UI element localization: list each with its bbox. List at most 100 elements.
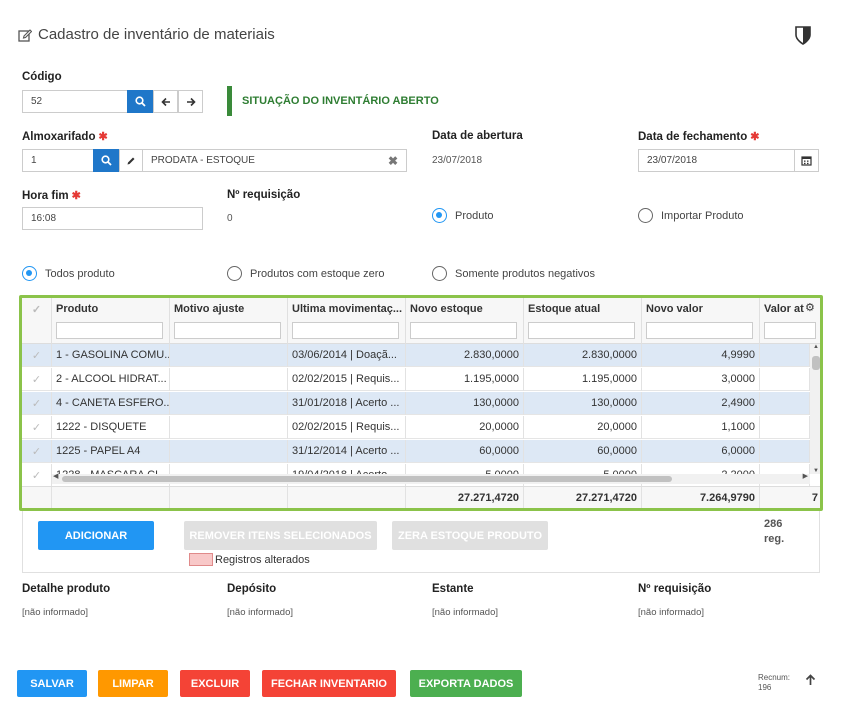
vertical-scrollbar[interactable]: ▲ ▼	[810, 344, 820, 474]
cell-estoque-atual[interactable]: 130,0000	[524, 392, 642, 415]
next-button[interactable]	[178, 90, 203, 113]
radio-estoque-zero[interactable]: Produtos com estoque zero	[227, 266, 385, 281]
fechamento-date-input[interactable]: 23/07/2018	[638, 149, 795, 172]
codigo-input[interactable]: 52	[22, 90, 128, 113]
shield-icon[interactable]	[795, 26, 811, 45]
cell-novo-valor[interactable]: 1,1000	[642, 416, 760, 439]
gear-icon[interactable]: ⚙	[805, 301, 815, 314]
radio-importar-label: Importar Produto	[661, 209, 744, 222]
cell-motivo[interactable]	[170, 392, 288, 415]
cell-ultima[interactable]: 03/06/2014 | Doaçã...	[288, 344, 406, 367]
radio-negativos[interactable]: Somente produtos negativos	[432, 266, 595, 281]
cell-novo-estoque[interactable]: 20,0000	[406, 416, 524, 439]
column-header[interactable]: Novo valor	[642, 298, 760, 344]
cell-produto[interactable]: 1225 - PAPEL A4	[52, 440, 170, 463]
table-row[interactable]: ✓ 4 - CANETA ESFERO... 31/01/2018 | Acerto…	[22, 392, 810, 415]
cell-motivo[interactable]	[170, 368, 288, 391]
scroll-down-icon[interactable]: ▼	[813, 468, 819, 474]
codigo-label: Código	[22, 71, 62, 83]
almoxarifado-name: PRODATA - ESTOQUE	[151, 155, 255, 166]
cell-novo-valor[interactable]: 6,0000	[642, 440, 760, 463]
cell-empty	[760, 368, 810, 391]
cell-novo-estoque[interactable]: 60,0000	[406, 440, 524, 463]
cell-produto[interactable]: 1222 - DISQUETE	[52, 416, 170, 439]
filter-input[interactable]	[56, 322, 163, 339]
exporta-dados-button[interactable]: EXPORTA DADOS	[410, 670, 522, 697]
table-row[interactable]: ✓ 1225 - PAPEL A4 31/12/2014 | Acerto ... 6…	[22, 440, 810, 463]
codigo-search-button[interactable]	[127, 90, 153, 113]
filter-input[interactable]	[764, 322, 816, 339]
horizontal-scrollbar[interactable]: ◀ ▶	[52, 472, 810, 484]
filter-input[interactable]	[292, 322, 399, 339]
zera-estoque-button[interactable]: ZERA ESTOQUE PRODUTO	[392, 521, 548, 550]
cell-novo-valor[interactable]: 3,0000	[642, 368, 760, 391]
filter-input[interactable]	[410, 322, 517, 339]
almoxarifado-name-field[interactable]: PRODATA - ESTOQUE ✖	[142, 149, 407, 172]
cell-ultima[interactable]: 31/01/2018 | Acerto ...	[288, 392, 406, 415]
radio-todos-produto[interactable]: Todos produto	[22, 266, 115, 281]
row-checkbox[interactable]: ✓	[22, 440, 52, 463]
column-header-label: Novo valor	[646, 303, 703, 315]
cell-motivo[interactable]	[170, 440, 288, 463]
scroll-right-icon[interactable]: ▶	[803, 472, 808, 480]
filter-input[interactable]	[528, 322, 635, 339]
salvar-button[interactable]: SALVAR	[17, 670, 87, 697]
cell-estoque-atual[interactable]: 2.830,0000	[524, 344, 642, 367]
row-checkbox[interactable]: ✓	[22, 344, 52, 367]
row-checkbox[interactable]: ✓	[22, 392, 52, 415]
select-all-checkbox[interactable]: ✓	[22, 298, 52, 344]
vertical-scroll-thumb[interactable]	[812, 356, 820, 370]
radio-produto-label: Produto	[455, 209, 494, 222]
hora-fim-input[interactable]: 16:08	[22, 207, 203, 230]
limpar-button[interactable]: LIMPAR	[98, 670, 168, 697]
calendar-button[interactable]	[794, 149, 819, 172]
calendar-icon	[801, 156, 812, 166]
almoxarifado-code-input[interactable]: 1	[22, 149, 94, 172]
column-header[interactable]: Estoque atual	[524, 298, 642, 344]
recnum-value: 196	[758, 683, 772, 692]
column-header[interactable]: Ultima movimentaç...	[288, 298, 406, 344]
cell-novo-valor[interactable]: 4,9990	[642, 344, 760, 367]
cell-novo-estoque[interactable]: 1.195,0000	[406, 368, 524, 391]
radio-zero-label: Produtos com estoque zero	[250, 267, 385, 280]
cell-novo-valor[interactable]: 2,4900	[642, 392, 760, 415]
cell-produto[interactable]: 2 - ALCOOL HIDRAT...	[52, 368, 170, 391]
cell-ultima[interactable]: 02/02/2015 | Requis...	[288, 416, 406, 439]
scroll-left-icon[interactable]: ◀	[53, 472, 58, 480]
row-checkbox[interactable]: ✓	[22, 464, 52, 487]
cell-novo-estoque[interactable]: 130,0000	[406, 392, 524, 415]
cell-motivo[interactable]	[170, 416, 288, 439]
table-row[interactable]: ✓ 1222 - DISQUETE 02/02/2015 | Requis... 20…	[22, 416, 810, 439]
remover-itens-button[interactable]: REMOVER ITENS SELECIONADOS	[184, 521, 377, 550]
cell-estoque-atual[interactable]: 20,0000	[524, 416, 642, 439]
filter-input[interactable]	[174, 322, 281, 339]
scroll-up-icon[interactable]: ▲	[813, 344, 819, 350]
previous-button[interactable]	[153, 90, 178, 113]
cell-estoque-atual[interactable]: 1.195,0000	[524, 368, 642, 391]
cell-estoque-atual[interactable]: 60,0000	[524, 440, 642, 463]
scroll-top-icon[interactable]	[805, 674, 816, 686]
cell-ultima[interactable]: 02/02/2015 | Requis...	[288, 368, 406, 391]
radio-importar-produto[interactable]: Importar Produto	[638, 208, 744, 223]
horizontal-scroll-thumb[interactable]	[62, 476, 672, 482]
excluir-button[interactable]: EXCLUIR	[180, 670, 250, 697]
radio-produto[interactable]: Produto	[432, 208, 494, 223]
cell-ultima[interactable]: 31/12/2014 | Acerto ...	[288, 440, 406, 463]
almoxarifado-search-button[interactable]	[93, 149, 119, 172]
fechar-inventario-button[interactable]: FECHAR INVENTARIO	[262, 670, 396, 697]
cell-produto[interactable]: 4 - CANETA ESFERO...	[52, 392, 170, 415]
table-row[interactable]: ✓ 1 - GASOLINA COMU... 03/06/2014 | Doaçã.…	[22, 344, 810, 367]
row-checkbox[interactable]: ✓	[22, 368, 52, 391]
column-header[interactable]: Produto	[52, 298, 170, 344]
row-checkbox[interactable]: ✓	[22, 416, 52, 439]
cell-produto[interactable]: 1 - GASOLINA COMU...	[52, 344, 170, 367]
almoxarifado-edit-button[interactable]	[119, 149, 143, 172]
table-row[interactable]: ✓ 2 - ALCOOL HIDRAT... 02/02/2015 | Requis…	[22, 368, 810, 391]
clear-icon[interactable]: ✖	[388, 154, 398, 168]
column-header[interactable]: Novo estoque	[406, 298, 524, 344]
adicionar-button[interactable]: ADICIONAR	[38, 521, 154, 550]
column-header[interactable]: Motivo ajuste	[170, 298, 288, 344]
cell-novo-estoque[interactable]: 2.830,0000	[406, 344, 524, 367]
cell-motivo[interactable]	[170, 344, 288, 367]
filter-input[interactable]	[646, 322, 753, 339]
